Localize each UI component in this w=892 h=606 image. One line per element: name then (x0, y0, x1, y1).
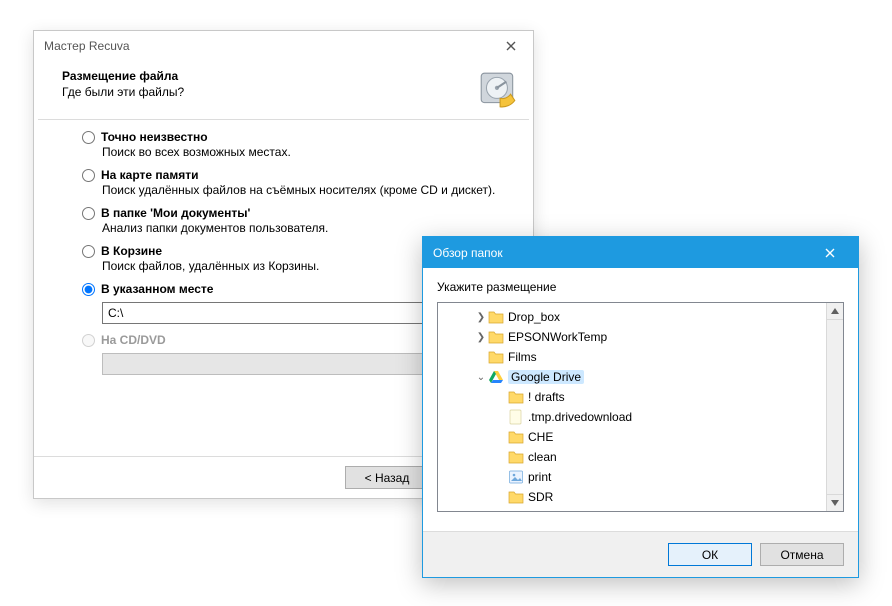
close-icon[interactable] (497, 35, 525, 57)
tree-item-label: clean (528, 450, 557, 464)
folder-icon (508, 449, 524, 465)
path-input[interactable] (102, 302, 458, 324)
back-button[interactable]: < Назад (345, 466, 429, 489)
radio-unknown[interactable]: Точно неизвестно (82, 130, 513, 144)
folder-icon (488, 309, 504, 325)
gdrive-icon (488, 369, 504, 385)
tree-item-label: ! drafts (528, 390, 565, 404)
wizard-title-text: Мастер Recuva (44, 39, 130, 53)
tree-item[interactable]: Films (438, 347, 826, 367)
tree-item[interactable]: CHE (438, 427, 826, 447)
tree-item-label: SDR (528, 490, 553, 504)
radio-memorycard[interactable]: На карте памяти (82, 168, 513, 182)
tree-item[interactable]: SDR (438, 487, 826, 507)
tree-item[interactable]: .tmp.drivedownload (438, 407, 826, 427)
expander-icon[interactable]: ⌄ (474, 372, 488, 383)
tree-item[interactable]: ❯ EPSONWorkTemp (438, 327, 826, 347)
browse-folders-dialog: Обзор папок Укажите размещение ❯ Drop_box… (422, 236, 859, 578)
folder-tree: ❯ Drop_box ❯ EPSONWorkTemp Films ⌄ Google Driv… (437, 302, 844, 512)
browse-footer: ОК Отмена (423, 531, 858, 577)
tree-item[interactable]: print (438, 467, 826, 487)
option-desc: Поиск удалённых файлов на съёмных носите… (102, 183, 513, 197)
scroll-up-icon[interactable] (827, 303, 843, 320)
cddvd-drive-combo (102, 353, 458, 375)
wizard-header-title: Размещение файла (62, 69, 467, 83)
scrollbar[interactable] (826, 303, 843, 511)
tree-item-label: Drop_box (508, 310, 560, 324)
image-icon (508, 469, 524, 485)
tree-item-label: EPSONWorkTemp (508, 330, 607, 344)
tree-item[interactable]: clean (438, 447, 826, 467)
scroll-down-icon[interactable] (827, 494, 843, 511)
expander-icon[interactable]: ❯ (474, 332, 488, 343)
option-desc: Поиск во всех возможных местах. (102, 145, 513, 159)
option-unknown: Точно неизвестно Поиск во всех возможных… (82, 130, 513, 159)
browse-title-text: Обзор папок (433, 246, 503, 260)
wizard-titlebar[interactable]: Мастер Recuva (34, 31, 533, 61)
ok-button[interactable]: ОК (668, 543, 752, 566)
folder-icon (488, 329, 504, 345)
close-icon[interactable] (808, 238, 852, 268)
tree-item[interactable]: ⌄ Google Drive (438, 367, 826, 387)
folder-icon (488, 349, 504, 365)
browse-label: Укажите размещение (423, 268, 858, 302)
folder-icon (508, 389, 524, 405)
tree-item-label: Films (508, 350, 537, 364)
tree-item-label: print (528, 470, 551, 484)
folder-icon (508, 429, 524, 445)
option-desc: Анализ папки документов пользователя. (102, 221, 513, 235)
blank-icon (508, 409, 524, 425)
harddrive-icon (477, 69, 519, 111)
tree-item-label: CHE (528, 430, 553, 444)
tree-item[interactable]: ! drafts (438, 387, 826, 407)
folder-icon (508, 489, 524, 505)
expander-icon[interactable]: ❯ (474, 312, 488, 323)
tree-item[interactable]: ❯ Drop_box (438, 307, 826, 327)
option-mydocs: В папке 'Мои документы' Анализ папки док… (82, 206, 513, 235)
cancel-button[interactable]: Отмена (760, 543, 844, 566)
browse-titlebar[interactable]: Обзор папок (423, 237, 858, 268)
wizard-header: Размещение файла Где были эти файлы? (34, 61, 533, 119)
radio-mydocs[interactable]: В папке 'Мои документы' (82, 206, 513, 220)
tree-item-label: .tmp.drivedownload (528, 410, 632, 424)
option-memorycard: На карте памяти Поиск удалённых файлов н… (82, 168, 513, 197)
tree-item-label: Google Drive (508, 370, 584, 384)
wizard-header-subtitle: Где были эти файлы? (62, 85, 467, 99)
